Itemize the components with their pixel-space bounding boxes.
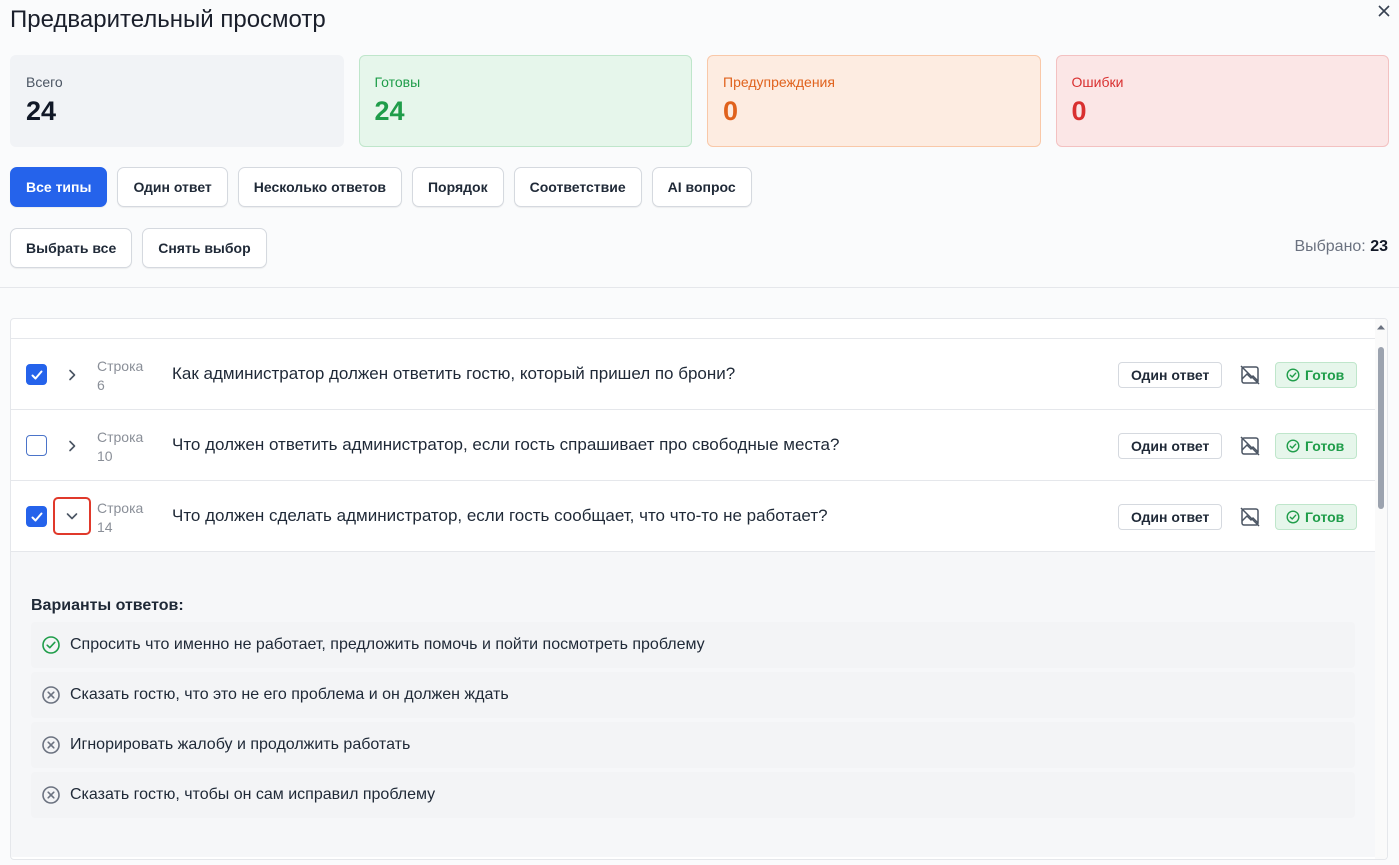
table-row: Строка 14 Что должен сделать администрат… (11, 481, 1387, 552)
status-text: Готов (1305, 438, 1345, 454)
wrong-answer-icon (42, 686, 60, 704)
status-badge: Готов (1275, 362, 1358, 388)
wrong-answer-icon (42, 786, 60, 804)
row-number: Строка 10 (97, 428, 143, 466)
question-text: Что должен сделать администратор, если г… (172, 506, 828, 525)
row-checkbox[interactable] (26, 506, 47, 527)
no-image-icon[interactable] (1239, 435, 1261, 457)
filter-single-answer[interactable]: Один ответ (117, 167, 228, 207)
correct-answer-icon (42, 636, 60, 654)
list-top-spacer (11, 319, 1387, 339)
check-circle-icon (1286, 368, 1300, 382)
check-icon (31, 370, 42, 379)
answer-options-panel: Варианты ответов: Спросить что именно не… (11, 552, 1387, 857)
collapse-button[interactable] (53, 497, 91, 535)
stat-warnings-label: Предупреждения (723, 74, 835, 90)
check-circle-icon (1286, 439, 1300, 453)
scroll-thumb[interactable] (1378, 347, 1384, 509)
row-number-label: Строка (97, 429, 144, 445)
status-text: Готов (1305, 367, 1345, 383)
type-badge: Один ответ (1118, 433, 1223, 459)
type-filters: Все типы Один ответ Несколько ответов По… (10, 167, 752, 207)
stat-errors: Ошибки 0 (1055, 55, 1389, 147)
question-text: Что должен ответить администратор, если … (172, 435, 840, 454)
chevron-right-icon (69, 440, 76, 452)
stat-warnings-value: 0 (723, 96, 739, 126)
type-badge: Один ответ (1118, 362, 1223, 388)
row-number-value: 10 (97, 448, 113, 464)
stat-warnings: Предупреждения 0 (707, 55, 1041, 147)
status-text: Готов (1305, 509, 1345, 525)
no-image-icon[interactable] (1239, 506, 1261, 528)
row-checkbox[interactable] (26, 435, 47, 456)
answer-text: Сказать гостю, чтобы он сам исправил про… (70, 786, 436, 803)
stat-errors-value: 0 (1071, 96, 1087, 126)
type-badge: Один ответ (1118, 504, 1223, 530)
stat-total: Всего 24 (10, 55, 344, 147)
row-number-value: 6 (97, 377, 105, 393)
scrollbar[interactable] (1375, 319, 1387, 859)
stat-ready-label: Готовы (374, 74, 421, 90)
stat-ready: Готовы 24 (358, 55, 692, 147)
close-icon (1378, 5, 1390, 17)
row-number-value: 14 (97, 519, 113, 535)
stats-panel: Всего 24 Готовы 24 Предупреждения 0 Ошиб… (10, 55, 1389, 147)
check-icon (31, 512, 42, 521)
scroll-up-icon[interactable] (1376, 323, 1386, 331)
chevron-down-icon (66, 513, 78, 520)
filter-matching[interactable]: Соответствие (513, 167, 642, 207)
divider (0, 287, 1399, 288)
answers-title: Варианты ответов: (31, 597, 184, 614)
answer-option: Спросить что именно не работает, предлож… (31, 622, 1355, 668)
select-all-button[interactable]: Выбрать все (10, 228, 133, 268)
stat-errors-label: Ошибки (1071, 74, 1124, 90)
dialog-title: Предварительный просмотр (10, 6, 326, 33)
row-number-label: Строка (97, 500, 144, 516)
row-number: Строка 6 (97, 357, 143, 395)
filter-multiple-answers[interactable]: Несколько ответов (237, 167, 402, 207)
selection-controls: Выбрать все Снять выбор (10, 228, 267, 268)
answer-option: Сказать гостю, что это не его проблема и… (31, 672, 1355, 718)
row-number: Строка 14 (97, 499, 143, 537)
row-number-label: Строка (97, 358, 144, 374)
answer-option: Игнорировать жалобу и продолжить работат… (31, 722, 1355, 768)
status-badge: Готов (1275, 433, 1358, 459)
selected-count-label: Выбрано: (1294, 238, 1366, 255)
stat-total-value: 24 (26, 96, 57, 126)
stat-total-label: Всего (26, 74, 63, 90)
stat-ready-value: 24 (374, 96, 405, 126)
expand-button[interactable] (54, 428, 90, 464)
status-badge: Готов (1275, 504, 1358, 530)
expand-button[interactable] (54, 357, 90, 393)
chevron-right-icon (69, 369, 76, 381)
no-image-icon[interactable] (1239, 364, 1261, 386)
check-circle-icon (1286, 510, 1300, 524)
question-list[interactable]: Строка 6 Как администратор должен ответи… (10, 318, 1388, 860)
filter-all-types[interactable]: Все типы (10, 167, 108, 207)
row-checkbox[interactable] (26, 364, 47, 385)
selected-count: Выбрано: 23 (1294, 238, 1388, 256)
selected-count-value: 23 (1370, 238, 1388, 255)
wrong-answer-icon (42, 736, 60, 754)
clear-selection-button[interactable]: Снять выбор (142, 228, 267, 268)
answer-option: Сказать гостю, чтобы он сам исправил про… (31, 772, 1355, 818)
filter-ai-question[interactable]: AI вопрос (651, 167, 752, 207)
answer-text: Сказать гостю, что это не его проблема и… (70, 686, 509, 703)
answer-text: Игнорировать жалобу и продолжить работат… (70, 736, 411, 753)
answer-text: Спросить что именно не работает, предлож… (70, 636, 705, 653)
filter-order[interactable]: Порядок (411, 167, 504, 207)
close-button[interactable] (1373, 0, 1395, 22)
table-row: Строка 10 Что должен ответить администра… (11, 410, 1387, 481)
table-row: Строка 6 Как администратор должен ответи… (11, 339, 1387, 410)
question-text: Как администратор должен ответить гостю,… (172, 364, 736, 383)
